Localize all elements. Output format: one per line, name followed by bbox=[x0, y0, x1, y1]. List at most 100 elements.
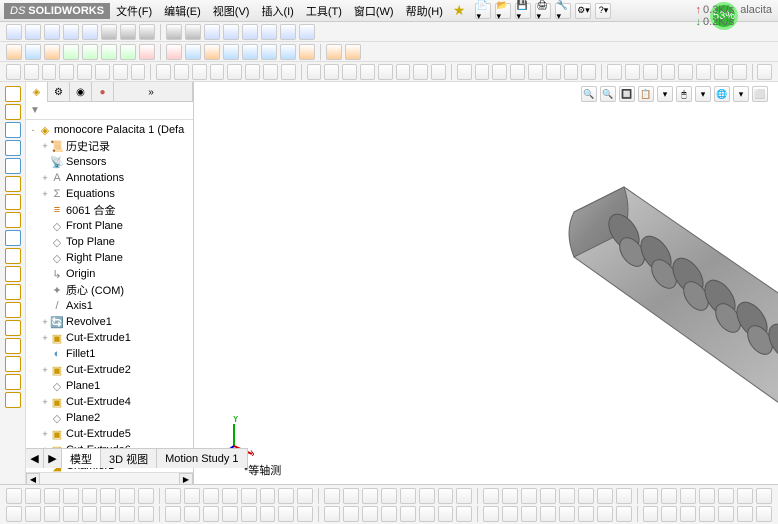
toolbar-button[interactable] bbox=[185, 24, 201, 40]
tree-node-6061-合金[interactable]: ≡6061 合金 bbox=[28, 202, 191, 218]
toolbar-button[interactable] bbox=[324, 506, 340, 522]
toolbar-button[interactable] bbox=[362, 506, 378, 522]
toolbar-button[interactable] bbox=[342, 64, 357, 80]
toolbar-button[interactable] bbox=[381, 506, 397, 522]
toolbar-button[interactable] bbox=[419, 506, 435, 522]
tree-node-fillet1[interactable]: ◐Fillet1 bbox=[28, 346, 191, 362]
tree-node-annotations[interactable]: +AAnnotations bbox=[28, 170, 191, 186]
left-tool-button[interactable] bbox=[5, 320, 21, 336]
tree-filter[interactable]: ▼ bbox=[26, 102, 193, 120]
left-tool-button[interactable] bbox=[5, 356, 21, 372]
toolbar-button[interactable] bbox=[540, 488, 556, 504]
toolbar-button[interactable] bbox=[326, 44, 342, 60]
menu-编辑[interactable]: 编辑(E) bbox=[158, 1, 207, 21]
menu-视图[interactable]: 视图(V) bbox=[207, 1, 256, 21]
tree-node-历史记录[interactable]: +📜历史记录 bbox=[28, 138, 191, 154]
tree-node-cut-extrude2[interactable]: +▣Cut-Extrude2 bbox=[28, 362, 191, 378]
toolbar-button[interactable] bbox=[139, 44, 155, 60]
left-tool-button[interactable] bbox=[5, 338, 21, 354]
menu-帮助[interactable]: 帮助(H) bbox=[400, 1, 449, 21]
toolbar-button[interactable] bbox=[400, 488, 416, 504]
toolbar-button[interactable] bbox=[260, 488, 276, 504]
view-tool-button[interactable]: 🔲 bbox=[619, 86, 635, 102]
toolbar-button[interactable] bbox=[242, 44, 258, 60]
toolbar-button[interactable] bbox=[521, 506, 537, 522]
toolbar-button[interactable] bbox=[343, 488, 359, 504]
toolbar-button[interactable] bbox=[597, 488, 613, 504]
bottom-tab-motion-study-1[interactable]: Motion Study 1 bbox=[157, 449, 247, 468]
toolbar-button[interactable] bbox=[100, 488, 116, 504]
toolbar-button[interactable] bbox=[559, 488, 575, 504]
toolbar-button[interactable] bbox=[281, 64, 296, 80]
view-tool-button[interactable]: ▾ bbox=[695, 86, 711, 102]
toolbar-button[interactable] bbox=[245, 64, 260, 80]
toolbar-button[interactable] bbox=[360, 64, 375, 80]
toolbar-button[interactable] bbox=[661, 506, 677, 522]
toolbar-button[interactable] bbox=[222, 488, 238, 504]
toolbar-button[interactable] bbox=[678, 64, 693, 80]
toolbar-button[interactable] bbox=[502, 506, 518, 522]
toolbar-button[interactable] bbox=[299, 44, 315, 60]
toolbar-button[interactable] bbox=[492, 64, 507, 80]
tree-node-equations[interactable]: +ΣEquations bbox=[28, 186, 191, 202]
toolbar-button[interactable] bbox=[261, 44, 277, 60]
toolbar-button[interactable] bbox=[343, 506, 359, 522]
menu-窗口[interactable]: 窗口(W) bbox=[348, 1, 400, 21]
toolbar-button[interactable] bbox=[475, 64, 490, 80]
tree-tab-display[interactable]: ◉ bbox=[70, 82, 92, 102]
toolbar-button[interactable] bbox=[223, 24, 239, 40]
tree-root-node[interactable]: - ◈ monocore Palacita 1 (Defa bbox=[28, 122, 191, 138]
toolbar-button[interactable] bbox=[6, 24, 22, 40]
toolbar-button[interactable] bbox=[643, 488, 659, 504]
left-tool-button[interactable] bbox=[5, 230, 21, 246]
toolbar-button[interactable] bbox=[63, 506, 79, 522]
toolbar-button[interactable] bbox=[616, 506, 632, 522]
toolbar-button[interactable] bbox=[24, 64, 39, 80]
print-icon[interactable]: 🖨▾ bbox=[535, 3, 551, 19]
menu-文件[interactable]: 文件(F) bbox=[110, 1, 158, 21]
toolbar-button[interactable] bbox=[101, 44, 117, 60]
toolbar-button[interactable] bbox=[185, 44, 201, 60]
toolbar-button[interactable] bbox=[680, 506, 696, 522]
tree-tab-more[interactable]: » bbox=[114, 82, 193, 102]
toolbar-button[interactable] bbox=[82, 44, 98, 60]
toolbar-button[interactable] bbox=[165, 488, 181, 504]
tab-scroll-left[interactable]: ◀ bbox=[26, 449, 44, 468]
view-tool-button[interactable]: ▾ bbox=[733, 86, 749, 102]
toolbar-button[interactable] bbox=[59, 64, 74, 80]
toolbar-button[interactable] bbox=[737, 488, 753, 504]
toolbar-button[interactable] bbox=[324, 488, 340, 504]
toolbar-button[interactable] bbox=[456, 506, 472, 522]
toolbar-button[interactable] bbox=[502, 488, 518, 504]
view-tool-button[interactable]: 🌐 bbox=[714, 86, 730, 102]
toolbar-button[interactable] bbox=[696, 64, 711, 80]
tree-node-cut-extrude4[interactable]: +▣Cut-Extrude4 bbox=[28, 394, 191, 410]
tree-node-right-plane[interactable]: ◇Right Plane bbox=[28, 250, 191, 266]
toolbar-button[interactable] bbox=[438, 506, 454, 522]
toolbar-button[interactable] bbox=[280, 24, 296, 40]
toolbar-button[interactable] bbox=[324, 64, 339, 80]
toolbar-button[interactable] bbox=[6, 506, 22, 522]
toolbar-button[interactable] bbox=[165, 506, 181, 522]
save-icon[interactable]: 💾▾ bbox=[515, 3, 531, 19]
toolbar-button[interactable] bbox=[625, 64, 640, 80]
toolbar-button[interactable] bbox=[192, 64, 207, 80]
toolbar-button[interactable] bbox=[438, 488, 454, 504]
toolbar-button[interactable] bbox=[223, 44, 239, 60]
toolbar-button[interactable] bbox=[307, 64, 322, 80]
toolbar-button[interactable] bbox=[680, 488, 696, 504]
left-tool-button[interactable] bbox=[5, 374, 21, 390]
toolbar-button[interactable] bbox=[156, 64, 171, 80]
left-tool-button[interactable] bbox=[5, 392, 21, 408]
toolbar-button[interactable] bbox=[166, 44, 182, 60]
toolbar-button[interactable] bbox=[260, 506, 276, 522]
tab-scroll-right[interactable]: ▶ bbox=[44, 449, 62, 468]
view-tool-button[interactable]: ⬜ bbox=[752, 86, 768, 102]
tree-node-top-plane[interactable]: ◇Top Plane bbox=[28, 234, 191, 250]
toolbar-button[interactable] bbox=[241, 488, 257, 504]
toolbar-button[interactable] bbox=[44, 488, 60, 504]
toolbar-button[interactable] bbox=[661, 64, 676, 80]
tree-tab-feature[interactable]: ◈ bbox=[26, 82, 48, 102]
toolbar-button[interactable] bbox=[119, 488, 135, 504]
toolbar-button[interactable] bbox=[297, 506, 313, 522]
